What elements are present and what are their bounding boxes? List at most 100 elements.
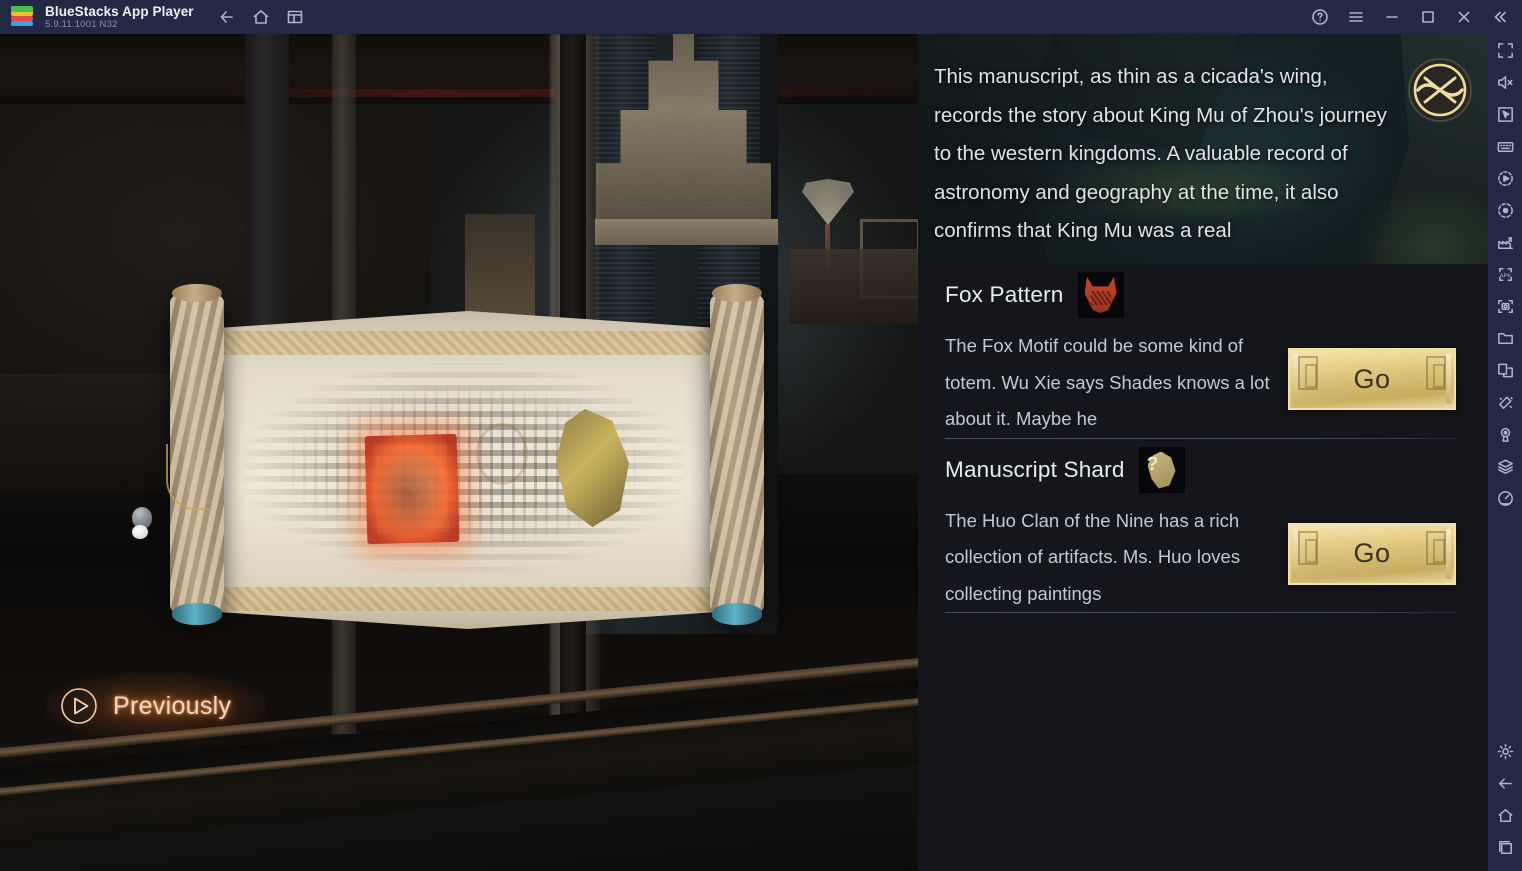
go-button-label: Go: [1353, 363, 1391, 394]
keyboard-icon: [1497, 141, 1513, 152]
clue-section-fox-pattern: Fox Pattern The Fox Motif could be some …: [918, 264, 1488, 438]
go-button-manuscript-shard[interactable]: Go: [1288, 522, 1456, 585]
maximize-button[interactable]: [1410, 0, 1446, 34]
manuscript-scroll[interactable]: [110, 284, 810, 659]
gauge-icon: [1497, 490, 1513, 506]
menu-button[interactable]: [1338, 0, 1374, 34]
section-description: The Huo Clan of the Nine has a rich coll…: [945, 509, 1241, 604]
performance-button[interactable]: [1488, 482, 1522, 514]
section-header: Fox Pattern: [945, 264, 1456, 326]
section-description: The Fox Motif could be some kind of tote…: [945, 335, 1270, 429]
app-version: 5.9.11.1001 N32: [45, 18, 118, 30]
button-ornament-right: [1426, 356, 1446, 390]
previously-label: Previously: [113, 691, 232, 720]
section-body: The Huo Clan of the Nine has a rich coll…: [945, 501, 1456, 613]
svg-text:APK: APK: [1499, 273, 1511, 279]
speaker-mute-icon: [1497, 75, 1512, 89]
fox-head-icon: [1077, 272, 1124, 318]
gear-icon: [1497, 743, 1513, 759]
title-bar: BlueStacks App Player 5.9.11.1001 N32: [0, 0, 1522, 34]
hamburger-icon: [1349, 12, 1363, 22]
trim-memory-button[interactable]: [1488, 386, 1522, 418]
broom-icon: [1498, 396, 1513, 409]
camera-frame-icon: [1497, 299, 1513, 313]
game-3d-scene[interactable]: Previously: [0, 34, 918, 871]
help-button[interactable]: [1302, 0, 1338, 34]
previously-button[interactable]: Previously: [44, 672, 268, 740]
go-button-fox-pattern[interactable]: Go: [1288, 348, 1456, 410]
cursor-mode-button[interactable]: [1488, 98, 1522, 130]
compass-rune-emblem-icon: [1406, 56, 1474, 124]
collapse-sidebar-button[interactable]: [1482, 0, 1518, 34]
shard-question-mark: ?: [1146, 454, 1159, 475]
folder-icon: [1497, 332, 1513, 344]
close-icon: [1458, 11, 1470, 23]
home-icon: [253, 10, 268, 24]
section-title: Manuscript Shard: [945, 456, 1125, 482]
titlebar-nav-group: [210, 0, 312, 34]
apk-plus-icon: APK: [1498, 267, 1512, 281]
layers-button[interactable]: [1488, 450, 1522, 482]
scroll-paper: [188, 311, 748, 629]
home-icon: [1498, 808, 1512, 822]
settings-button[interactable]: [1488, 735, 1522, 767]
record-screen-button[interactable]: [1488, 194, 1522, 226]
home-button[interactable]: [244, 0, 278, 34]
close-button[interactable]: [1446, 0, 1482, 34]
title-block: BlueStacks App Player 5.9.11.1001 N32: [45, 4, 194, 31]
scroll-seal-mark: [476, 423, 528, 485]
bluestacks-window: BlueStacks App Player 5.9.11.1001 N32 Pr…: [0, 0, 1522, 871]
windows-stack-icon: [287, 10, 302, 24]
fullscreen-button[interactable]: [1488, 34, 1522, 66]
manuscript-shard-icon: ?: [1138, 446, 1185, 493]
copy-windows-icon: [1497, 363, 1513, 377]
game-viewport[interactable]: Previously This manuscript, as thin as a…: [0, 34, 1488, 871]
mute-button[interactable]: [1488, 66, 1522, 98]
section-body: The Fox Motif could be some kind of tote…: [945, 326, 1456, 438]
arrow-left-icon: [1498, 777, 1512, 789]
eco-mode-button[interactable]: [1488, 226, 1522, 258]
back-nav-button[interactable]: [1488, 767, 1522, 799]
multi-instance-manager-button[interactable]: [1488, 354, 1522, 386]
button-ornament-right: [1426, 530, 1446, 565]
go-button-label: Go: [1353, 538, 1391, 568]
scroll-band-bottom: [188, 587, 748, 611]
play-record-icon: [1497, 170, 1513, 186]
macro-recorder-button[interactable]: [1488, 162, 1522, 194]
panel-hero-image: This manuscript, as thin as a cicada's w…: [918, 34, 1488, 264]
install-apk-button[interactable]: APK: [1488, 258, 1522, 290]
fullscreen-icon: [1497, 42, 1513, 58]
screenshot-button[interactable]: [1488, 290, 1522, 322]
section-divider: [945, 612, 1456, 613]
recents-icon: [1498, 840, 1512, 854]
home-nav-button[interactable]: [1488, 799, 1522, 831]
record-dot-icon: [1497, 202, 1513, 218]
button-ornament-left: [1298, 356, 1318, 390]
button-ornament-left: [1298, 530, 1318, 565]
scroll-glowing-rune[interactable]: [364, 433, 460, 545]
multi-instance-button[interactable]: [278, 0, 312, 34]
media-manager-button[interactable]: [1488, 322, 1522, 354]
scroll-pearl-bead: [132, 525, 148, 539]
back-button[interactable]: [210, 0, 244, 34]
layers-icon: [1497, 459, 1513, 474]
game-controls-button[interactable]: [1488, 130, 1522, 162]
scene-screen-cap: [590, 219, 778, 245]
scroll-roller-right: [710, 284, 764, 625]
factory-icon: [1497, 236, 1513, 249]
window-controls: [1302, 0, 1522, 34]
recents-nav-button[interactable]: [1488, 831, 1522, 863]
section-title: Fox Pattern: [945, 282, 1064, 307]
cursor-box-icon: [1497, 106, 1513, 122]
pin-icon: [1500, 427, 1510, 442]
scroll-cord: [166, 444, 212, 510]
maximize-icon: [1422, 11, 1434, 23]
app-title: BlueStacks App Player: [45, 3, 194, 19]
question-circle-icon: [1312, 9, 1328, 25]
clue-sections: Fox Pattern The Fox Motif could be some …: [918, 264, 1488, 871]
double-chevron-left-icon: [1494, 11, 1506, 23]
minimize-button[interactable]: [1374, 0, 1410, 34]
bluestacks-logo-icon: [9, 4, 35, 30]
side-toolbar: APK: [1488, 34, 1522, 871]
location-button[interactable]: [1488, 418, 1522, 450]
